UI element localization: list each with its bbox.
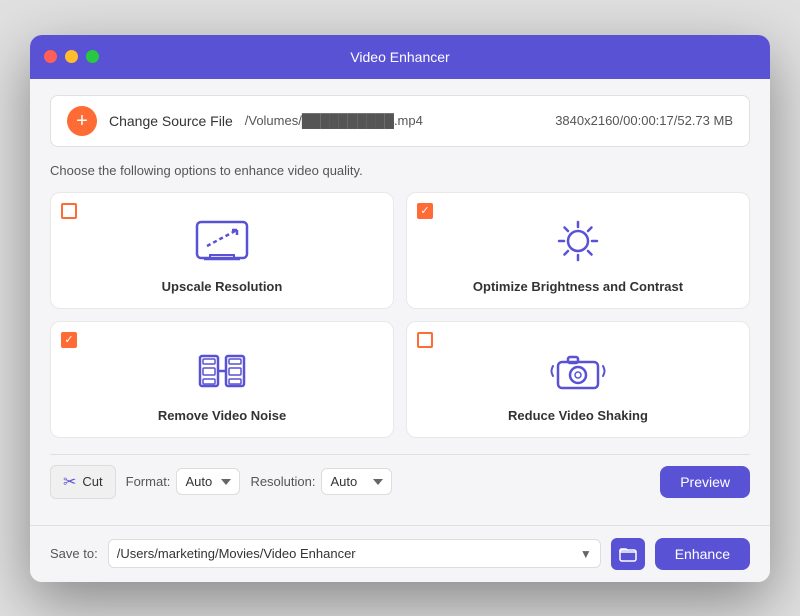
hint-text: Choose the following options to enhance … xyxy=(50,163,750,178)
noise-icon xyxy=(192,346,252,396)
checkbox-upscale[interactable] xyxy=(61,203,79,221)
close-button[interactable] xyxy=(44,50,57,63)
shaking-icon xyxy=(548,346,608,396)
options-grid: Upscale Resolution ✓ xyxy=(50,192,750,438)
upscale-icon xyxy=(192,217,252,267)
browse-folder-button[interactable] xyxy=(611,538,645,570)
bottom-bar: Save to: ▼ Enhance xyxy=(30,525,770,582)
folder-icon xyxy=(619,545,637,563)
option-brightness[interactable]: ✓ Optimize Brightness and xyxy=(406,192,750,309)
add-source-button[interactable]: + xyxy=(67,106,97,136)
resolution-label: Resolution: xyxy=(250,474,315,489)
upscale-label: Upscale Resolution xyxy=(162,279,283,294)
format-select[interactable]: Auto MP4 MOV AVI MKV xyxy=(176,468,240,495)
file-path: /Volumes/██████████.mp4 xyxy=(245,113,543,128)
enhance-button[interactable]: Enhance xyxy=(655,538,750,570)
main-content: + Change Source File /Volumes/██████████… xyxy=(30,79,770,525)
app-window: Video Enhancer + Change Source File /Vol… xyxy=(30,35,770,582)
checkbox-noise[interactable]: ✓ xyxy=(61,332,79,350)
traffic-lights xyxy=(44,50,99,63)
titlebar: Video Enhancer xyxy=(30,35,770,79)
format-label: Format: xyxy=(126,474,171,489)
checkbox-unchecked-upscale xyxy=(61,203,77,219)
cut-label: Cut xyxy=(82,474,102,489)
window-title: Video Enhancer xyxy=(350,49,449,65)
maximize-button[interactable] xyxy=(86,50,99,63)
scissors-icon: ✂ xyxy=(63,472,76,492)
noise-label: Remove Video Noise xyxy=(158,408,286,423)
change-source-label: Change Source File xyxy=(109,113,233,129)
toolbar: ✂ Cut Format: Auto MP4 MOV AVI MKV Resol… xyxy=(50,454,750,509)
checkbox-unchecked-shaking xyxy=(417,332,433,348)
preview-button[interactable]: Preview xyxy=(660,466,750,498)
brightness-icon xyxy=(548,217,608,267)
shaking-label: Reduce Video Shaking xyxy=(508,408,648,423)
minimize-button[interactable] xyxy=(65,50,78,63)
checkbox-shaking[interactable] xyxy=(417,332,435,350)
checkbox-checked-brightness: ✓ xyxy=(417,203,433,219)
save-path-container: ▼ xyxy=(108,539,601,568)
option-upscale-resolution[interactable]: Upscale Resolution xyxy=(50,192,394,309)
brightness-label: Optimize Brightness and Contrast xyxy=(473,279,683,294)
checkbox-brightness[interactable]: ✓ xyxy=(417,203,435,221)
cut-button[interactable]: ✂ Cut xyxy=(50,465,116,499)
file-info: 3840x2160/00:00:17/52.73 MB xyxy=(555,113,733,128)
save-to-label: Save to: xyxy=(50,546,98,561)
option-noise[interactable]: ✓ xyxy=(50,321,394,438)
save-path-input[interactable] xyxy=(109,540,572,567)
source-bar: + Change Source File /Volumes/██████████… xyxy=(50,95,750,147)
checkbox-checked-noise: ✓ xyxy=(61,332,77,348)
option-shaking[interactable]: Reduce Video Shaking xyxy=(406,321,750,438)
resolution-select[interactable]: Auto 1080p 720p 480p xyxy=(321,468,392,495)
save-path-dropdown-arrow[interactable]: ▼ xyxy=(572,541,600,567)
resolution-group: Resolution: Auto 1080p 720p 480p xyxy=(250,468,392,495)
format-group: Format: Auto MP4 MOV AVI MKV xyxy=(126,468,241,495)
